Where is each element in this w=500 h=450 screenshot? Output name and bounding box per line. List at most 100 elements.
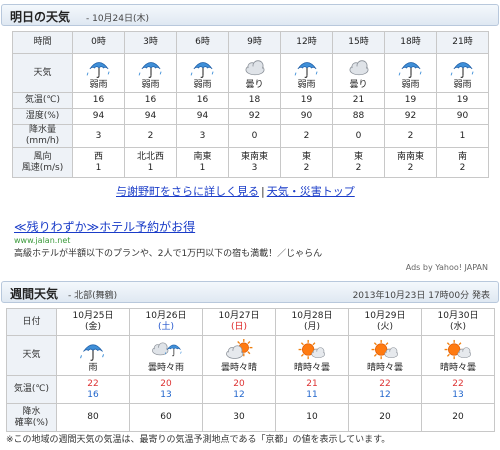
hour-humidity-cell: 94 bbox=[124, 108, 177, 125]
hour-cell: 15時 bbox=[332, 31, 385, 54]
row-label-weekly-temp: 気温(℃) bbox=[6, 375, 57, 404]
hour-wind-speed: 2 bbox=[407, 162, 414, 173]
hour-humidity-cell: 92 bbox=[228, 108, 281, 125]
hour-precip-cell: 0 bbox=[228, 124, 281, 148]
day-high-temp: 22 bbox=[87, 378, 99, 389]
weekly-weather-row: 天気 雨 曇時々雨 曇時々晴 晴時々曇 晴時々曇 晴時々曇 bbox=[6, 335, 495, 376]
cloud-icon bbox=[229, 57, 280, 79]
day-weather-label: 晴時々曇 bbox=[293, 363, 330, 373]
row-label-precip-prob-line2: 確率(%) bbox=[14, 417, 49, 428]
day-precip-prob: 80 bbox=[87, 412, 99, 422]
hour-humidity-cell: 90 bbox=[280, 108, 333, 125]
hour-cell: 0時 bbox=[72, 31, 125, 54]
row-label-wind: 風向 風速(m/s) bbox=[12, 147, 73, 178]
hour-weather-cell: 曇り bbox=[332, 53, 385, 93]
hour-temp-cell: 16 bbox=[72, 92, 125, 109]
hour-cell: 21時 bbox=[436, 31, 489, 54]
day-of-week: (水) bbox=[449, 322, 467, 332]
weekly-issued: 2013年10月23日 17時00分 発表 bbox=[352, 291, 490, 301]
hour-humidity-cell: 88 bbox=[332, 108, 385, 125]
hour-temp-cell: 21 bbox=[332, 92, 385, 109]
hour-humidity: 94 bbox=[144, 111, 157, 121]
hour-humidity: 88 bbox=[352, 111, 365, 121]
day-weather-label: 雨 bbox=[88, 363, 98, 373]
hour-wind-speed: 2 bbox=[459, 162, 466, 173]
hour-temp-cell: 16 bbox=[124, 92, 177, 109]
row-label-wind-dir: 風向 bbox=[33, 151, 52, 162]
day-weather-cell: 晴時々曇 bbox=[275, 335, 349, 376]
day-temp-cell: 22 13 bbox=[421, 375, 495, 404]
hour-weather-label: 弱雨 bbox=[401, 80, 420, 90]
hour-precip: 1 bbox=[459, 130, 466, 141]
day-weather-cell: 曇時々雨 bbox=[129, 335, 203, 376]
day-cell: 10月30日 (水) bbox=[421, 308, 495, 336]
umbrella-rain-icon bbox=[281, 57, 332, 79]
hour-label: 12時 bbox=[296, 37, 317, 47]
day-date: 10月30日 bbox=[437, 311, 479, 321]
hour-cell: 3時 bbox=[124, 31, 177, 54]
hour-wind-cell: 西1 bbox=[72, 147, 125, 178]
hour-humidity: 90 bbox=[300, 111, 313, 121]
weekly-prob-row: 降水 確率(%) 80 60 30 10 20 20 bbox=[6, 403, 495, 432]
hour-temp-cell: 19 bbox=[280, 92, 333, 109]
link-separator: | bbox=[261, 185, 265, 198]
hour-temp: 16 bbox=[92, 95, 105, 105]
hour-cell: 6時 bbox=[176, 31, 229, 54]
day-weather-cell: 曇時々晴 bbox=[202, 335, 276, 376]
disaster-top-link[interactable]: 天気・災害トップ bbox=[267, 185, 355, 198]
day-precip-prob: 20 bbox=[452, 412, 464, 422]
day-temp-cell: 22 16 bbox=[56, 375, 130, 404]
day-precip-prob: 60 bbox=[160, 412, 172, 422]
hourly-forecast-table: 時間 0時 3時 6時 9時 12時 15時 18時 21時 天気 弱雨 弱雨 弱雨 曇り 弱… bbox=[12, 31, 489, 178]
sun-cloud-icon bbox=[422, 339, 494, 362]
day-of-week: (金) bbox=[84, 322, 102, 332]
cloud-icon bbox=[333, 57, 384, 79]
umbrella-rain-icon bbox=[177, 57, 228, 79]
hour-temp: 19 bbox=[404, 95, 417, 105]
hour-precip: 2 bbox=[147, 130, 154, 141]
hour-weather-cell: 弱雨 bbox=[72, 53, 125, 93]
detail-link[interactable]: 与謝野町をさらに詳しく見る bbox=[116, 185, 259, 198]
hour-weather-label: 曇り bbox=[349, 80, 368, 90]
day-low-temp: 13 bbox=[452, 389, 464, 400]
hour-weather-cell: 弱雨 bbox=[176, 53, 229, 93]
temp-row: 気温(℃) 16 16 16 18 19 21 19 19 bbox=[12, 92, 489, 109]
day-temp-cell: 21 11 bbox=[275, 375, 349, 404]
hour-humidity: 92 bbox=[404, 111, 417, 121]
day-precip-prob: 30 bbox=[233, 412, 245, 422]
hour-humidity: 94 bbox=[92, 111, 105, 121]
day-temp-cell: 20 13 bbox=[129, 375, 203, 404]
day-precip-prob: 20 bbox=[379, 412, 391, 422]
ads-by-yahoo[interactable]: Ads by Yahoo! JAPAN bbox=[406, 263, 488, 272]
hour-wind-dir: 北北西 bbox=[136, 151, 164, 162]
day-cell: 10月28日 (月) bbox=[275, 308, 349, 336]
ad-title-link[interactable]: ≪残りわずか≫ホテル予約がお得 bbox=[14, 218, 195, 235]
hour-precip: 3 bbox=[95, 130, 102, 141]
hour-wind-dir: 南 bbox=[457, 151, 467, 162]
hour-cell: 9時 bbox=[228, 31, 281, 54]
hour-humidity-cell: 90 bbox=[436, 108, 489, 125]
hour-wind-dir: 西 bbox=[93, 151, 103, 162]
hour-weather-cell: 弱雨 bbox=[280, 53, 333, 93]
humidity-row: 湿度(%) 94 94 94 92 90 88 92 90 bbox=[12, 108, 489, 125]
day-date: 10月26日 bbox=[145, 311, 187, 321]
day-prob-cell: 60 bbox=[129, 403, 203, 432]
hour-wind-dir: 東南東 bbox=[240, 151, 268, 162]
hour-wind-cell: 南東 1 bbox=[176, 147, 229, 178]
hour-humidity-cell: 94 bbox=[176, 108, 229, 125]
hour-precip-cell: 2 bbox=[280, 124, 333, 148]
row-label-precip-prob: 降水 確率(%) bbox=[6, 403, 57, 432]
hour-cell: 12時 bbox=[280, 31, 333, 54]
umbrella-rain-icon bbox=[125, 57, 176, 79]
hour-precip: 0 bbox=[355, 130, 362, 141]
day-low-temp: 12 bbox=[379, 389, 391, 400]
link-row: 与謝野町をさらに詳しく見る | 天気・災害トップ bbox=[116, 183, 355, 199]
day-high-temp: 22 bbox=[452, 378, 464, 389]
row-label-precip: 降水量(mm/h) bbox=[12, 124, 73, 148]
ad-url[interactable]: www.jalan.net bbox=[14, 236, 70, 245]
hour-wind-speed: 2 bbox=[303, 162, 310, 173]
hour-cell: 18時 bbox=[384, 31, 437, 54]
hour-temp-cell: 18 bbox=[228, 92, 281, 109]
hour-weather-cell: 曇り bbox=[228, 53, 281, 93]
hour-humidity: 94 bbox=[196, 111, 209, 121]
